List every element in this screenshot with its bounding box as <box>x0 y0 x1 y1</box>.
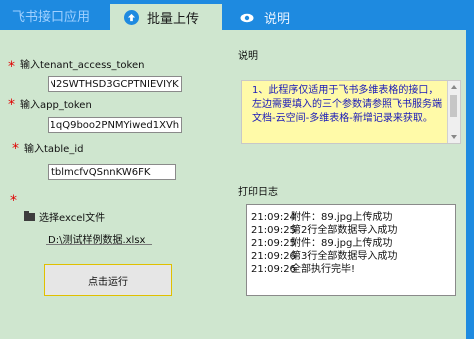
required-mark-file: * <box>10 193 17 209</box>
help-scrollbar[interactable] <box>447 81 460 143</box>
tab-batch-upload[interactable]: 批量上传 <box>110 4 222 30</box>
select-file-button[interactable]: 选择excel文件 <box>24 209 105 224</box>
help-title: 说明 <box>238 51 258 62</box>
log-time: 21:09:26 <box>251 264 296 275</box>
upload-icon <box>124 9 139 25</box>
scroll-thumb[interactable] <box>450 95 457 117</box>
window-edge <box>466 30 474 339</box>
scroll-down-icon[interactable] <box>451 135 457 139</box>
table-id-label: 输入table_id <box>24 144 84 155</box>
help-textbox[interactable]: 1、此程序仅适用于飞书多维表格的接口，左边需要填入的三个参数请参照飞书服务端文档… <box>241 80 461 144</box>
select-file-label: 选择excel文件 <box>39 213 106 224</box>
scroll-up-icon[interactable] <box>451 85 457 89</box>
required-mark-table-id: * <box>12 141 19 157</box>
log-box[interactable]: 21:09:24附件：89.jpg上传成功 21:09:25第2行全部数据导入成… <box>246 204 456 296</box>
app-token-label: 输入app_token <box>20 100 92 111</box>
required-mark-token: * <box>8 59 15 75</box>
run-button[interactable]: 点击运行 <box>44 264 172 296</box>
tab-batch-upload-label: 批量上传 <box>147 11 200 27</box>
required-mark-app-token: * <box>8 97 15 113</box>
token-label: 输入tenant_access_token <box>20 60 145 71</box>
app-title: 飞书接口应用 <box>12 10 91 25</box>
token-input[interactable] <box>48 76 182 92</box>
log-row: 21:09:26全部执行完毕! <box>251 260 355 275</box>
tab-help[interactable]: 说明 <box>240 4 290 30</box>
tab-bar: 飞书接口应用 批量上传 说明 <box>0 0 474 30</box>
folder-icon <box>24 210 35 221</box>
eye-icon <box>240 10 254 24</box>
table-id-input[interactable] <box>48 164 176 180</box>
main-window: 飞书接口应用 批量上传 说明 * 输入tenant_access_token *… <box>0 0 474 339</box>
app-token-input[interactable] <box>48 117 182 133</box>
file-path-underline <box>46 244 152 245</box>
tab-help-label: 说明 <box>264 11 291 27</box>
log-title: 打印日志 <box>238 187 278 198</box>
help-text: 1、此程序仅适用于飞书多维表格的接口，左边需要填入的三个参数请参照飞书服务端文档… <box>252 85 442 124</box>
log-message: 全部执行完毕! <box>291 264 356 275</box>
